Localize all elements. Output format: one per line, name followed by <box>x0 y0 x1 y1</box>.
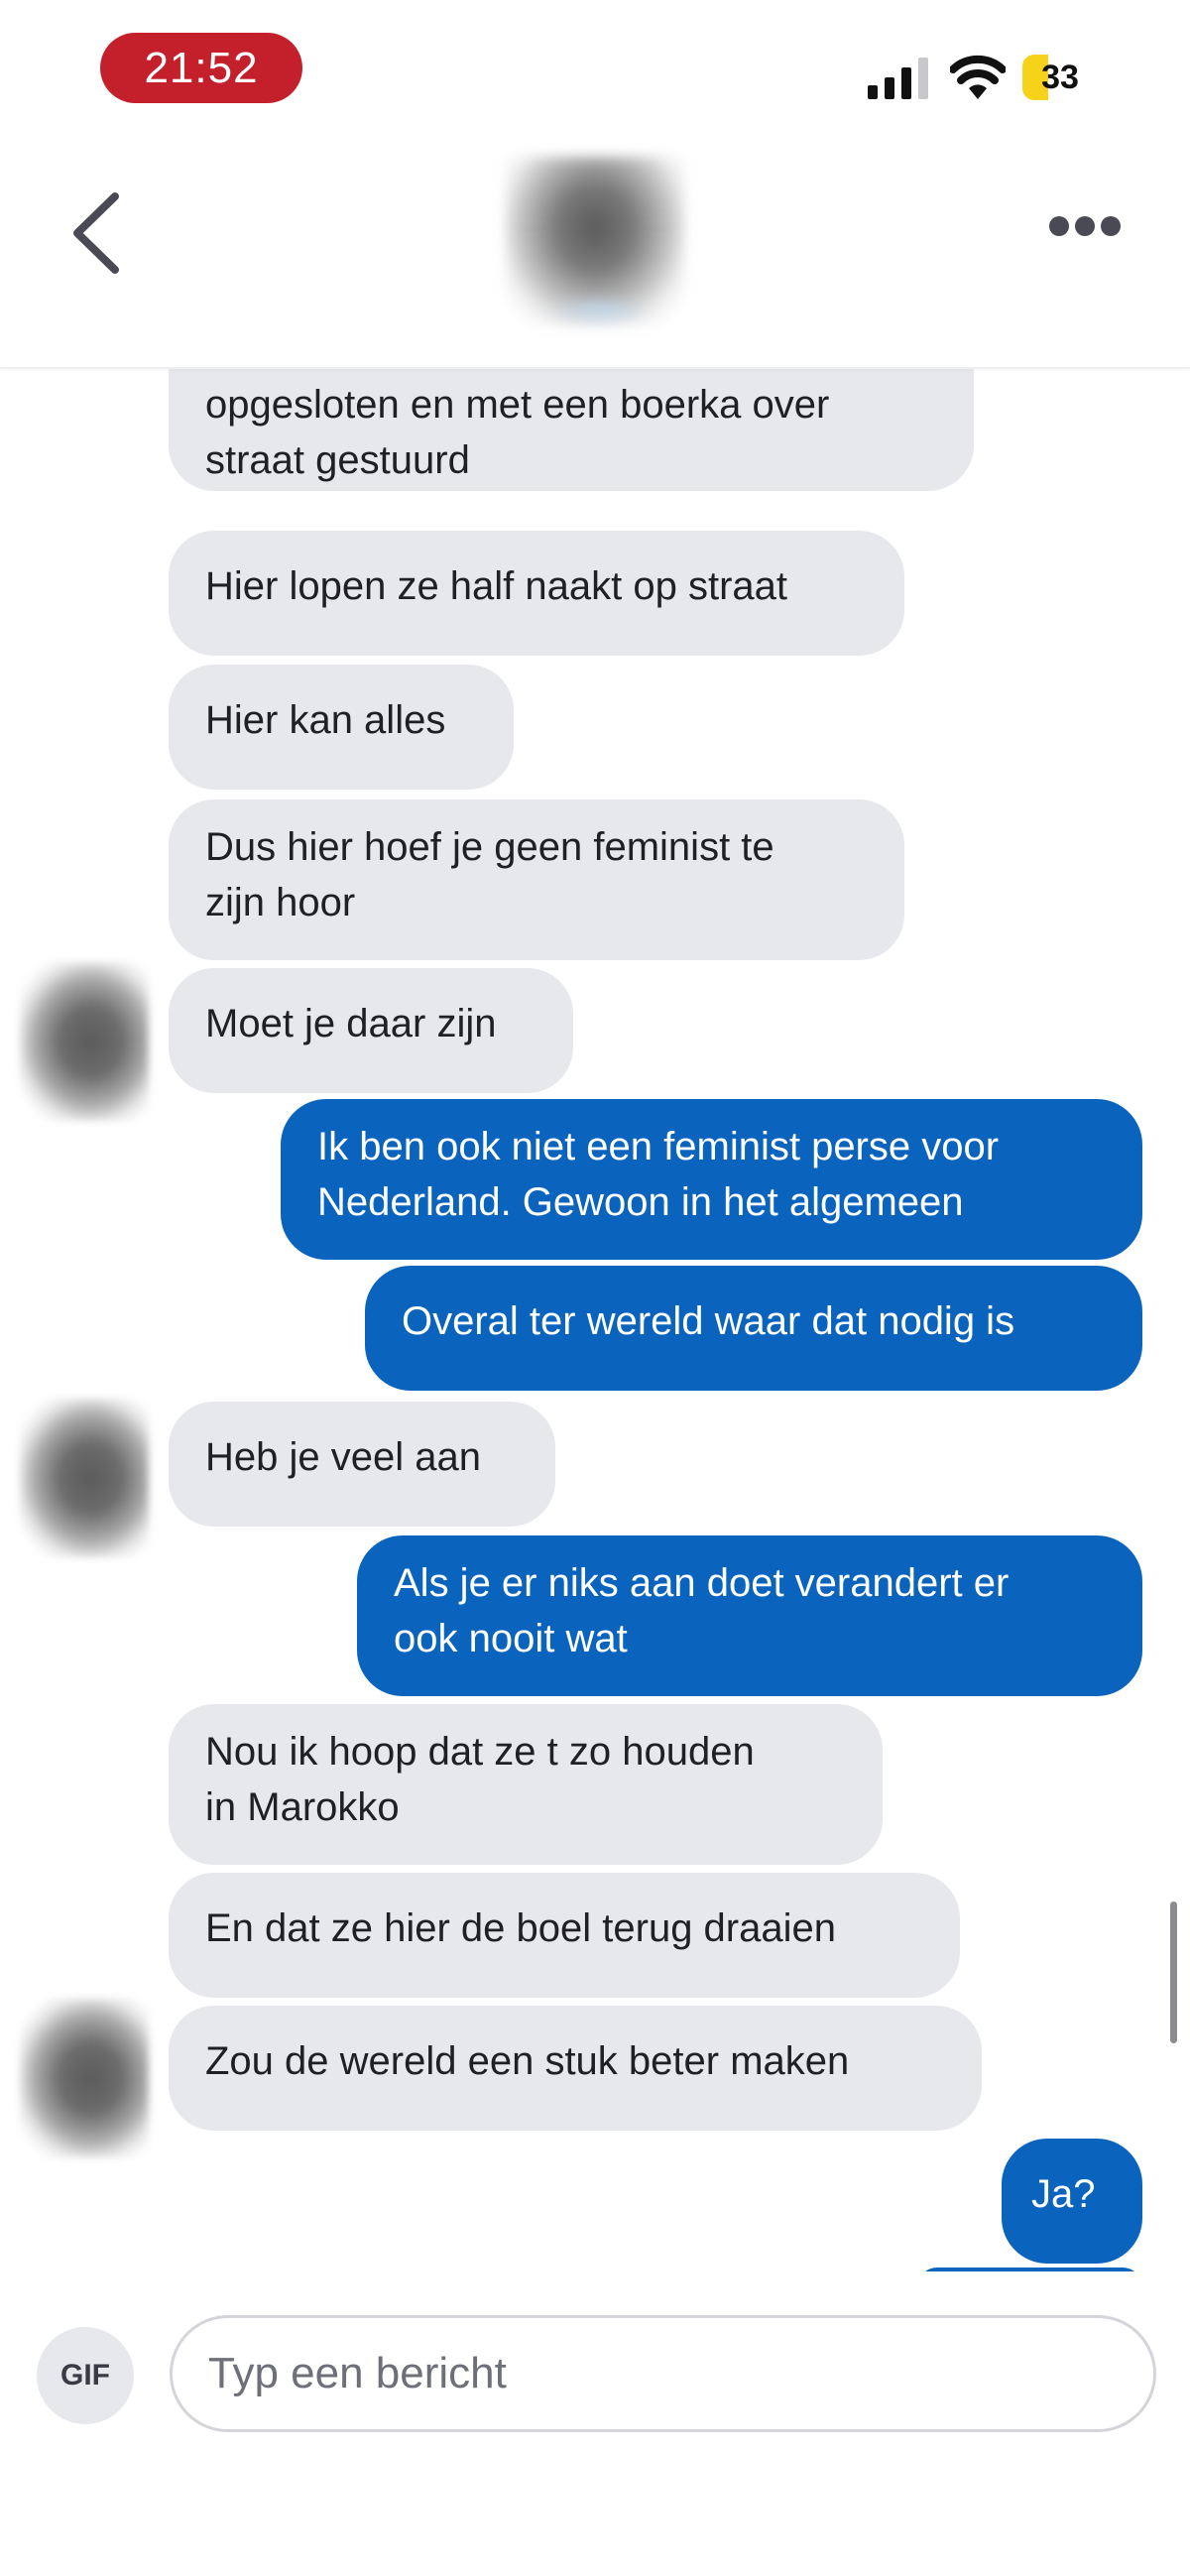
message-text: Zou de wereld een stuk beter maken <box>205 2039 850 2083</box>
message-text: Als je er niks aan doet verandert er <box>394 1561 1010 1605</box>
battery-icon: 33 <box>1022 55 1084 100</box>
message-text: En dat ze hier de boel terug draaien <box>205 1906 836 1950</box>
wifi-icon <box>950 55 1006 99</box>
message-text: Dus hier hoef je geen feminist te <box>205 825 774 869</box>
battery-level: 33 <box>1041 59 1079 96</box>
message-bubble-outgoing[interactable]: Overal ter wereld waar dat nodig is <box>365 1266 1142 1391</box>
message-bubble-outgoing[interactable]: Ja? <box>1002 2139 1142 2264</box>
message-text: Hier kan alles <box>205 698 446 742</box>
message-composer: GIF <box>0 2271 1190 2576</box>
message-bubble-incoming[interactable]: En dat ze hier de boel terug draaien <box>169 1873 960 1998</box>
gif-button[interactable]: GIF <box>37 2327 134 2424</box>
message-bubble-incoming[interactable]: Nou ik hoop dat ze t zo houden in Marokk… <box>169 1704 883 1865</box>
message-text: Hier lopen ze half naakt op straat <box>205 564 788 608</box>
more-dot-icon <box>1075 216 1095 236</box>
scrollbar-thumb[interactable] <box>1170 1901 1177 2043</box>
message-text: Nederland. Gewoon in het algemeen <box>317 1180 964 1224</box>
more-dot-icon <box>1049 216 1069 236</box>
message-text: Overal ter wereld waar dat nodig is <box>402 1299 1015 1343</box>
message-bubble-incoming[interactable]: Hier kan alles <box>169 665 514 790</box>
status-time: 21:52 <box>100 33 302 103</box>
message-list[interactable]: Ja daar worden vrouwen in huis opgeslote… <box>0 367 1190 2271</box>
message-bubble-outgoing[interactable]: Als je er niks aan doet verandert er ook… <box>357 1535 1142 1696</box>
more-options-button[interactable] <box>1049 216 1132 246</box>
message-bubble-incoming[interactable]: Heb je veel aan <box>169 1402 555 1527</box>
message-text: Nou ik hoop dat ze t zo houden <box>205 1730 755 1774</box>
message-text: ook nooit wat <box>394 1617 628 1660</box>
contact-avatar[interactable] <box>506 157 684 325</box>
sender-avatar[interactable] <box>20 1999 149 2157</box>
message-bubble-incoming[interactable]: Dus hier hoef je geen feminist te zijn h… <box>169 799 904 960</box>
message-bubble-incoming[interactable]: Zou de wereld een stuk beter maken <box>169 2006 982 2131</box>
message-text: straat gestuurd <box>205 438 470 482</box>
message-text: opgesloten en met een boerka over <box>205 383 830 427</box>
sender-avatar[interactable] <box>20 1399 149 1557</box>
message-text: zijn hoor <box>205 881 356 924</box>
message-input[interactable] <box>170 2315 1156 2432</box>
cellular-signal-icon <box>868 58 928 99</box>
message-text: Moet je daar zijn <box>205 1002 497 1045</box>
message-bubble-incoming[interactable]: Ja daar worden vrouwen in huis opgeslote… <box>169 367 974 491</box>
status-bar: 21:52 33 <box>0 0 1190 149</box>
message-text: Ik ben ook niet een feminist perse voor <box>317 1125 1000 1168</box>
sender-avatar[interactable] <box>20 962 149 1121</box>
more-dot-icon <box>1101 216 1121 236</box>
message-text: Ja? <box>1031 2172 1096 2216</box>
message-text: Heb je veel aan <box>205 1435 481 1479</box>
message-bubble-incoming[interactable]: Moet je daar zijn <box>169 968 573 1093</box>
message-bubble-outgoing[interactable]: Ik ben ook niet een feminist perse voor … <box>281 1099 1142 1260</box>
chat-header <box>0 149 1190 369</box>
message-text: in Marokko <box>205 1785 400 1829</box>
back-button[interactable] <box>63 188 133 278</box>
message-bubble-incoming[interactable]: Hier lopen ze half naakt op straat <box>169 531 904 656</box>
